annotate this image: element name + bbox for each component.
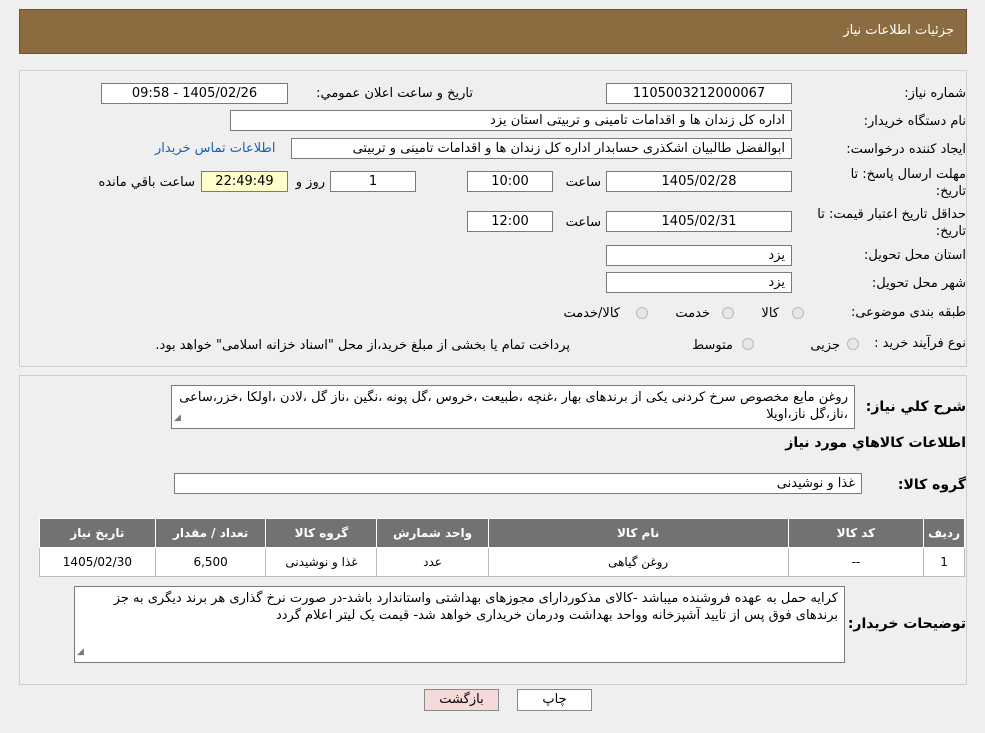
process-radio-minor[interactable] bbox=[847, 338, 859, 350]
buyer-label: نام دستگاه خریدار: bbox=[863, 114, 966, 129]
deadline-label: مهلت ارسال پاسخ: تا تاریخ: bbox=[850, 167, 966, 199]
goods-table: ردیف کد کالا نام کالا واحد شمارش گروه کا… bbox=[39, 518, 965, 577]
col-header-name: نام کالا bbox=[487, 518, 789, 548]
deadline-time-label: ساعت bbox=[565, 175, 601, 190]
cell-name: روغن گیاهی bbox=[487, 547, 789, 577]
remaining-time-field: 22:49:49 bbox=[201, 171, 288, 192]
col-header-quantity: تعداد / مقدار bbox=[154, 518, 267, 548]
announce-field: 1405/02/26 - 09:58 bbox=[101, 83, 288, 104]
page-header: جزئیات اطلاعات نیاز bbox=[19, 9, 967, 54]
city-label: شهر محل تحویل: bbox=[871, 276, 966, 291]
remaining-label: ساعت باقي مانده bbox=[98, 175, 195, 190]
province-field: یزد bbox=[606, 245, 792, 266]
contact-buyer-link[interactable]: اطلاعات تماس خریدار bbox=[155, 141, 275, 156]
description-textarea[interactable]: روغن مایع مخصوص سرخ کردنی یکی از برندهای… bbox=[171, 385, 855, 429]
col-header-row: ردیف bbox=[923, 518, 965, 548]
city-field: یزد bbox=[606, 272, 792, 293]
col-header-unit: واحد شمارش bbox=[376, 518, 489, 548]
category-radio-service[interactable] bbox=[722, 307, 734, 319]
category-radio-goods[interactable] bbox=[792, 307, 804, 319]
description-text: روغن مایع مخصوص سرخ کردنی یکی از برندهای… bbox=[179, 390, 848, 422]
table-row: 1 -- روغن گیاهی عدد غذا و نوشیدنی 6,500 … bbox=[39, 547, 965, 577]
resize-handle-icon[interactable]: ◢ bbox=[174, 410, 181, 427]
need-number-field: 1105003212000067 bbox=[606, 83, 792, 104]
cell-quantity: 6,500 bbox=[154, 547, 267, 577]
days-label: روز و bbox=[295, 175, 325, 190]
announce-label: تاریخ و ساعت اعلان عمومي: bbox=[316, 86, 473, 101]
creator-label: ایجاد کننده درخواست: bbox=[846, 142, 966, 157]
cell-unit: عدد bbox=[376, 547, 489, 577]
cell-row-number: 1 bbox=[923, 547, 965, 577]
table-header-row: ردیف کد کالا نام کالا واحد شمارش گروه کا… bbox=[39, 518, 965, 548]
deadline-date-field: 1405/02/28 bbox=[606, 171, 792, 192]
deadline-time-field: 10:00 bbox=[467, 171, 553, 192]
process-option-medium: متوسط bbox=[692, 338, 733, 353]
category-radio-goods-service[interactable] bbox=[636, 307, 648, 319]
goods-group-label: گروه کالا: bbox=[897, 477, 966, 493]
category-option-goods: کالا bbox=[761, 306, 779, 321]
cell-code: -- bbox=[787, 547, 925, 577]
category-label: طبقه بندی موضوعی: bbox=[850, 305, 966, 320]
category-option-service: خدمت bbox=[675, 306, 710, 321]
col-header-date: تاریخ نیاز bbox=[39, 518, 156, 548]
page-title: جزئیات اطلاعات نیاز bbox=[843, 23, 954, 38]
validity-date-field: 1405/02/31 bbox=[606, 211, 792, 232]
days-field: 1 bbox=[330, 171, 416, 192]
validity-time-field: 12:00 bbox=[467, 211, 553, 232]
cell-group: غذا و نوشیدنی bbox=[265, 547, 378, 577]
buyer-notes-textarea[interactable]: کرایه حمل به عهده فروشنده میباشد -کالای … bbox=[74, 586, 845, 663]
description-label: شرح کلي نياز: bbox=[865, 399, 966, 415]
validity-time-label: ساعت bbox=[565, 215, 601, 230]
province-label: استان محل تحویل: bbox=[864, 248, 966, 263]
creator-field: ابوالفضل طالبیان اشکذری حسابدار اداره کل… bbox=[291, 138, 792, 159]
process-radio-medium[interactable] bbox=[742, 338, 754, 350]
process-label: نوع فرآیند خرید : bbox=[874, 336, 966, 351]
need-number-label: شماره نیاز: bbox=[904, 86, 966, 101]
col-header-group: گروه کالا bbox=[265, 518, 378, 548]
buyer-field: اداره کل زندان ها و اقدامات تامینی و ترب… bbox=[230, 110, 792, 131]
col-header-code: کد کالا bbox=[787, 518, 925, 548]
process-note: پرداخت تمام یا بخشی از مبلغ خرید،از محل … bbox=[155, 338, 570, 353]
goods-section-title: اطلاعات کالاهاي مورد نياز bbox=[785, 435, 966, 451]
print-button[interactable]: چاپ bbox=[517, 689, 592, 711]
process-option-minor: جزیی bbox=[810, 338, 840, 353]
category-option-goods-service: کالا/خدمت bbox=[563, 306, 620, 321]
cell-date: 1405/02/30 bbox=[39, 547, 156, 577]
validity-label: حداقل تاریخ اعتبار قیمت: تا تاریخ: bbox=[817, 207, 966, 239]
buyer-notes-text: کرایه حمل به عهده فروشنده میباشد -کالای … bbox=[113, 591, 838, 623]
goods-group-field: غذا و نوشیدنی bbox=[174, 473, 862, 494]
back-button[interactable]: بازگشت bbox=[424, 689, 499, 711]
resize-handle-icon[interactable]: ◢ bbox=[77, 644, 84, 661]
buyer-notes-label: توضیحات خریدار: bbox=[847, 616, 966, 632]
